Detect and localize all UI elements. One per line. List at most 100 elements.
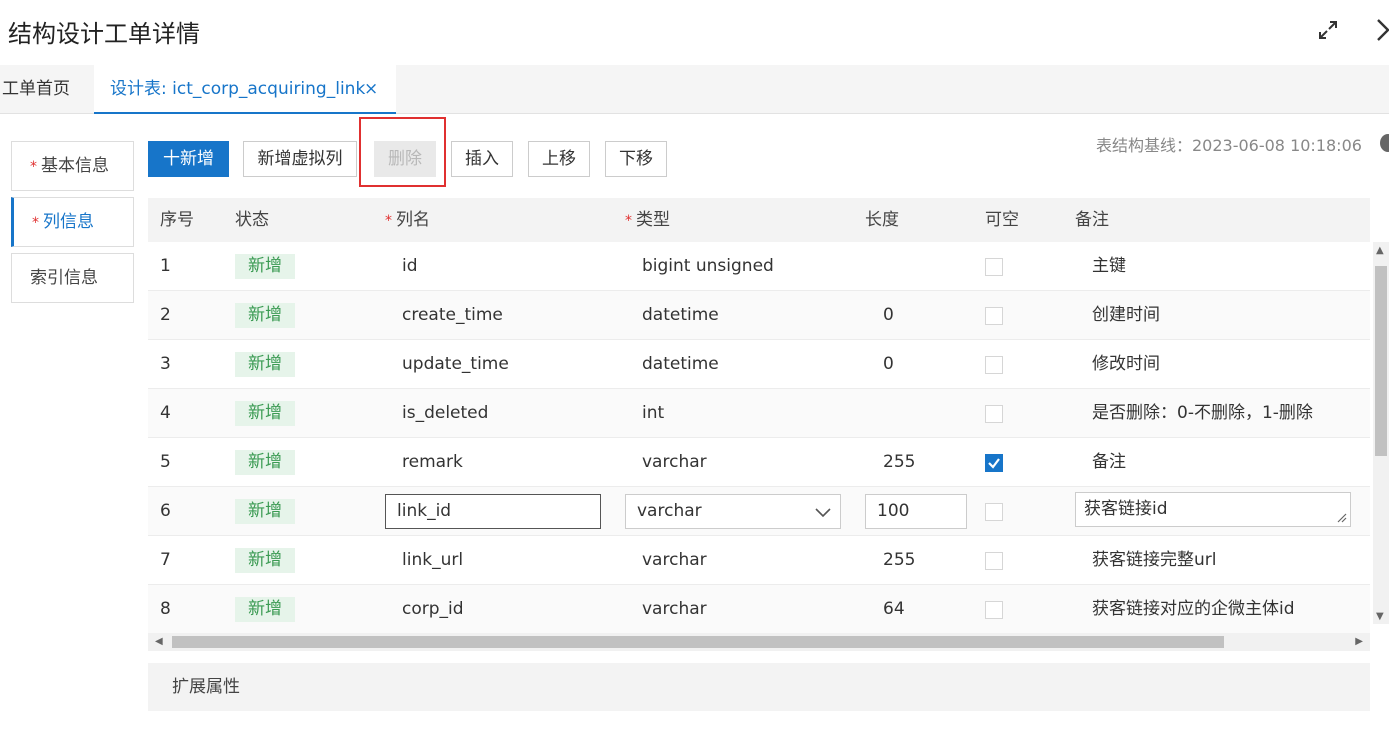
header-index: 序号 xyxy=(160,210,194,230)
column-length-input[interactable]: 100 xyxy=(865,494,967,529)
nullable-checkbox[interactable] xyxy=(985,258,1003,276)
column-length: 0 xyxy=(883,354,894,374)
column-type-select-value: varchar xyxy=(637,501,702,521)
column-length: 0 xyxy=(883,305,894,325)
extension-properties-label: 扩展属性 xyxy=(172,677,240,697)
move-down-button[interactable]: 下移 xyxy=(605,141,667,177)
add-button[interactable]: 十新增 xyxy=(148,141,229,177)
insert-button[interactable]: 插入 xyxy=(451,141,513,177)
table-header: 序号 状态 * 列名 * 类型 长度 可空 备注 xyxy=(148,198,1370,242)
row-index: 6 xyxy=(160,501,171,521)
header-comment: 备注 xyxy=(1075,210,1109,230)
table-row-editing[interactable]: 6 新增 link_id varchar 100 获客链接id xyxy=(148,487,1370,536)
table-row[interactable]: 3 新增 update_time datetime 0 修改时间 xyxy=(148,340,1370,389)
check-icon xyxy=(988,458,1000,469)
column-comment: 修改时间 xyxy=(1092,354,1160,374)
status-badge: 新增 xyxy=(235,254,295,279)
sidebar-item-label: 基本信息 xyxy=(41,156,109,176)
column-name: update_time xyxy=(402,354,509,374)
table-row[interactable]: 1 新增 id bigint unsigned 主键 xyxy=(148,242,1370,291)
info-icon[interactable] xyxy=(1380,134,1389,152)
column-type: int xyxy=(642,403,665,423)
column-name: corp_id xyxy=(402,599,464,619)
required-mark: * xyxy=(385,213,392,229)
status-badge: 新增 xyxy=(235,548,295,573)
column-name: is_deleted xyxy=(402,403,489,423)
sidebar-item-label: 列信息 xyxy=(43,212,94,232)
close-icon[interactable] xyxy=(1372,16,1389,44)
nullable-checkbox[interactable] xyxy=(985,356,1003,374)
nullable-checkbox[interactable] xyxy=(985,307,1003,325)
column-comment-textarea[interactable]: 获客链接id xyxy=(1075,492,1351,527)
add-virtual-column-button[interactable]: 新增虚拟列 xyxy=(243,141,357,177)
tab-home[interactable]: 工单首页 xyxy=(2,65,70,114)
row-index: 5 xyxy=(160,452,171,472)
vertical-scrollbar[interactable]: ▲ ▼ xyxy=(1373,242,1389,624)
nullable-checkbox[interactable] xyxy=(985,405,1003,423)
table-row[interactable]: 7 新增 link_url varchar 255 获客链接完整url xyxy=(148,536,1370,585)
tab-design-table[interactable]: 设计表: ict_corp_acquiring_link × xyxy=(94,65,396,114)
move-up-button[interactable]: 上移 xyxy=(528,141,590,177)
table-row[interactable]: 5 新增 remark varchar 255 备注 xyxy=(148,438,1370,487)
chevron-down-icon xyxy=(815,508,831,518)
header-status: 状态 xyxy=(235,210,269,230)
expand-icon[interactable] xyxy=(1316,18,1340,42)
header-type: * 类型 xyxy=(625,198,670,243)
tab-close-icon[interactable]: × xyxy=(364,65,378,113)
nullable-checkbox[interactable] xyxy=(985,552,1003,570)
column-name-input[interactable]: link_id xyxy=(385,494,601,529)
extension-properties-panel[interactable]: 扩展属性 xyxy=(148,663,1370,711)
horizontal-scrollbar-thumb[interactable] xyxy=(172,636,1224,648)
header-length: 长度 xyxy=(865,210,899,230)
required-mark: * xyxy=(30,159,37,175)
row-index: 4 xyxy=(160,403,171,423)
sidebar-item-column-info[interactable]: * 列信息 xyxy=(11,197,134,247)
row-index: 7 xyxy=(160,550,171,570)
scroll-down-icon[interactable]: ▼ xyxy=(1376,612,1384,622)
header-type-label: 类型 xyxy=(636,210,670,230)
table-row[interactable]: 8 新增 corp_id varchar 64 获客链接对应的企微主体id xyxy=(148,585,1370,634)
status-badge: 新增 xyxy=(235,597,295,622)
baseline-timestamp: 表结构基线：2023-06-08 10:18:06 xyxy=(1096,136,1362,155)
scroll-right-icon[interactable]: ▶ xyxy=(1355,636,1363,648)
column-name: id xyxy=(402,256,418,276)
delete-highlight-box xyxy=(359,117,446,187)
vertical-scrollbar-thumb[interactable] xyxy=(1375,266,1387,456)
column-name: remark xyxy=(402,452,463,472)
column-length: 255 xyxy=(883,550,916,570)
status-badge: 新增 xyxy=(235,401,295,426)
status-badge: 新增 xyxy=(235,303,295,328)
dialog-header: 结构设计工单详情 xyxy=(0,0,1389,64)
column-length: 64 xyxy=(883,599,905,619)
tab-bar: 工单首页 设计表: ict_corp_acquiring_link × xyxy=(0,65,1389,114)
column-length: 255 xyxy=(883,452,916,472)
nullable-checkbox[interactable] xyxy=(985,601,1003,619)
status-badge: 新增 xyxy=(235,352,295,377)
sidebar-item-basic-info[interactable]: * 基本信息 xyxy=(11,141,134,191)
header-nullable: 可空 xyxy=(985,210,1019,230)
resize-handle-icon[interactable] xyxy=(1335,511,1347,523)
page-title: 结构设计工单详情 xyxy=(8,20,200,48)
nullable-checkbox[interactable] xyxy=(985,503,1003,521)
sidebar-item-label: 索引信息 xyxy=(30,268,98,288)
column-comment: 备注 xyxy=(1092,452,1126,472)
row-index: 1 xyxy=(160,256,171,276)
table-row[interactable]: 4 新增 is_deleted int 是否删除：0-不删除，1-删除 xyxy=(148,389,1370,438)
scroll-up-icon[interactable]: ▲ xyxy=(1376,246,1384,256)
column-name: link_url xyxy=(402,550,464,570)
column-type: bigint unsigned xyxy=(642,256,774,276)
column-type-select[interactable]: varchar xyxy=(625,494,841,529)
column-type: varchar xyxy=(642,452,707,472)
status-badge: 新增 xyxy=(235,450,295,475)
required-mark: * xyxy=(625,213,632,229)
table-row[interactable]: 2 新增 create_time datetime 0 创建时间 xyxy=(148,291,1370,340)
row-index: 2 xyxy=(160,305,171,325)
row-index: 8 xyxy=(160,599,171,619)
column-comment: 创建时间 xyxy=(1092,305,1160,325)
scroll-left-icon[interactable]: ◀ xyxy=(155,636,163,648)
sidebar-item-index-info[interactable]: 索引信息 xyxy=(11,253,134,303)
nullable-checkbox[interactable] xyxy=(985,454,1003,472)
required-mark: * xyxy=(32,215,39,231)
horizontal-scrollbar[interactable]: ◀ ▶ xyxy=(148,633,1370,651)
column-comment: 获客链接对应的企微主体id xyxy=(1092,599,1295,619)
